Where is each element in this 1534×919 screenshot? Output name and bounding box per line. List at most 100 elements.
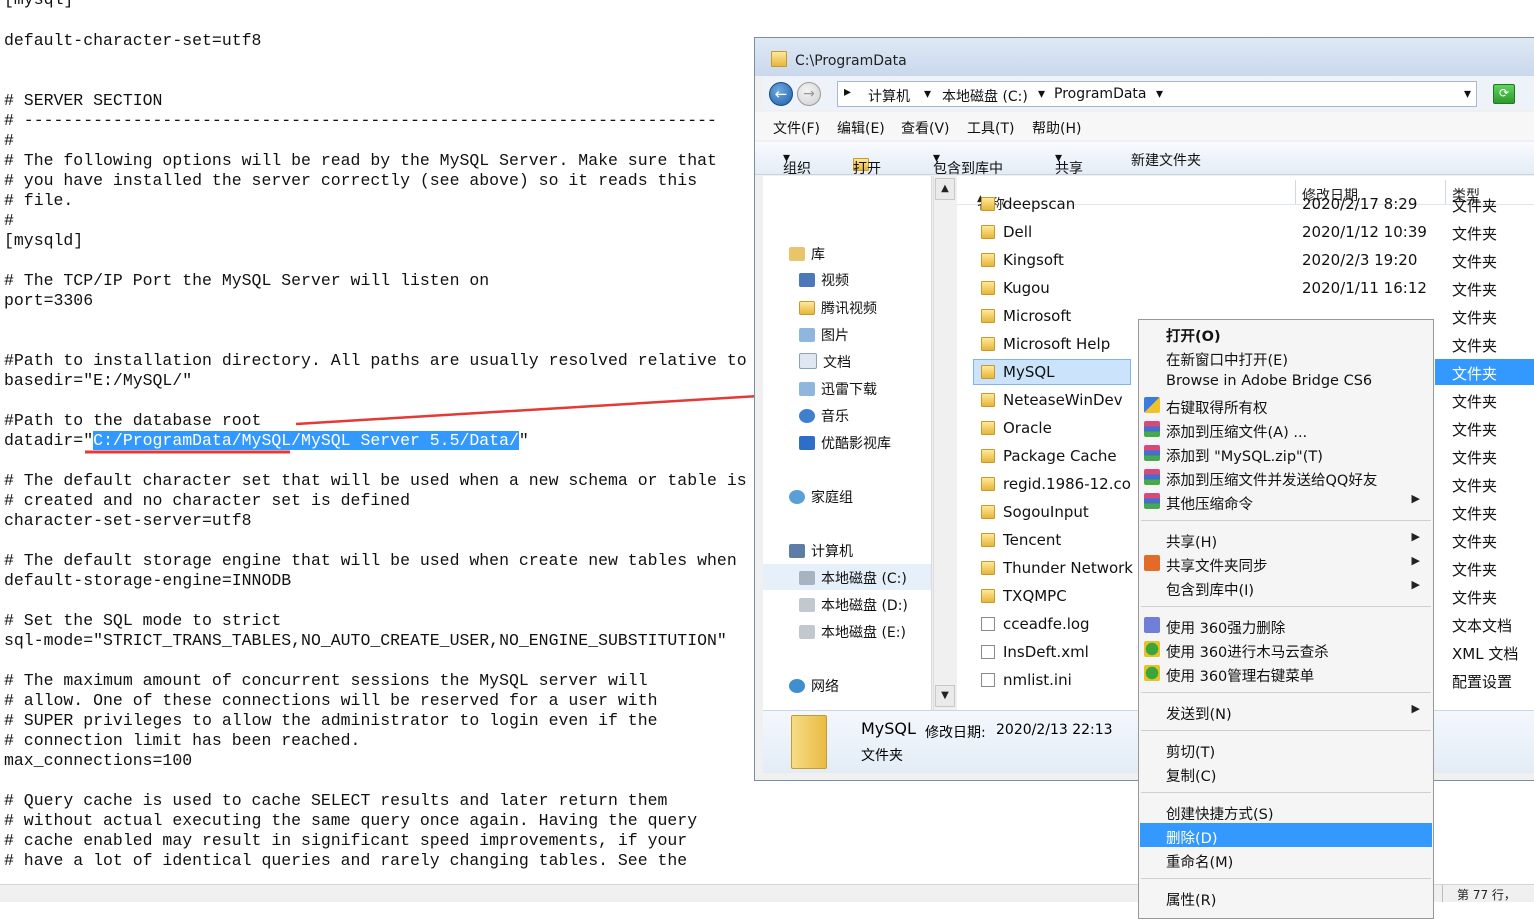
scroll-up-button[interactable]: ▲ bbox=[935, 178, 955, 200]
nav-disk-c[interactable]: 本地磁盘 (C:) bbox=[799, 568, 907, 590]
nav-computer[interactable]: 计算机 bbox=[789, 541, 853, 563]
menu-item[interactable]: 添加到压缩文件(A) ... bbox=[1140, 417, 1432, 441]
menu-item[interactable]: 共享(H) ▶ bbox=[1140, 527, 1432, 551]
menu-item[interactable]: 剪切(T) bbox=[1140, 737, 1432, 761]
menu-file[interactable]: 文件(F) bbox=[773, 118, 820, 138]
menu-item[interactable]: 属性(R) bbox=[1140, 885, 1432, 909]
breadcrumb-disk-c[interactable]: 本地磁盘 (C:) bbox=[942, 86, 1028, 106]
menu-help[interactable]: 帮助(H) bbox=[1032, 118, 1081, 138]
nav-disk-e[interactable]: 本地磁盘 (E:) bbox=[799, 622, 906, 644]
navigation-pane[interactable]: 库 视频 腾讯视频 图片 文档 迅雷下载 音乐 优酷影视库 家庭组 计算机 本地… bbox=[763, 176, 932, 710]
file-type: 文件夹 bbox=[1452, 225, 1498, 243]
submenu-arrow-icon: ▶ bbox=[1411, 492, 1420, 505]
context-menu[interactable]: 打开(O) 在新窗口中打开(E) Browse in Adobe Bridge CS… bbox=[1138, 319, 1434, 919]
file-name: NeteaseWinDev bbox=[1003, 391, 1123, 409]
file-row[interactable]: Kingsoft 2020/2/3 19:20 文件夹 bbox=[957, 246, 1534, 274]
menu-item[interactable]: Browse in Adobe Bridge CS6 bbox=[1140, 369, 1432, 393]
menu-item-label: 添加到压缩文件并发送给QQ好友 bbox=[1166, 473, 1378, 489]
menu-item[interactable]: 添加到 "MySQL.zip"(T) bbox=[1140, 441, 1432, 465]
nav-network[interactable]: 网络 bbox=[789, 676, 839, 698]
share-button[interactable]: 共享 ▾ bbox=[1055, 150, 1083, 177]
nav-documents[interactable]: 文档 bbox=[799, 352, 851, 374]
history-dropdown-icon[interactable]: ▾ bbox=[1464, 86, 1471, 102]
menu-item[interactable]: 创建快捷方式(S) bbox=[1140, 799, 1432, 823]
refresh-button[interactable]: ⟳ bbox=[1493, 84, 1515, 104]
forward-button[interactable]: → bbox=[797, 82, 821, 106]
menu-item-label: 其他压缩命令 bbox=[1166, 497, 1253, 513]
file-date: 2020/2/3 19:20 bbox=[1302, 251, 1418, 269]
360-delete-icon bbox=[1144, 617, 1160, 633]
menu-view[interactable]: 查看(V) bbox=[901, 118, 950, 138]
sync-icon bbox=[1144, 555, 1160, 571]
editor-line: # The default character set that will be… bbox=[4, 471, 747, 490]
scroll-down-button[interactable]: ▼ bbox=[935, 685, 955, 707]
menu-item[interactable]: 添加到压缩文件并发送给QQ好友 bbox=[1140, 465, 1432, 489]
menu-item[interactable]: 发送到(N) ▶ bbox=[1140, 699, 1432, 723]
menu-item[interactable]: 删除(D) bbox=[1140, 823, 1432, 847]
menu-item[interactable]: 在新窗口中打开(E) bbox=[1140, 345, 1432, 369]
nav-disk-d[interactable]: 本地磁盘 (D:) bbox=[799, 595, 908, 617]
nav-pictures[interactable]: 图片 bbox=[799, 325, 849, 347]
menu-bar: 文件(F) 编辑(E) 查看(V) 工具(T) 帮助(H) bbox=[755, 112, 1534, 140]
file-type: 文件夹 bbox=[1452, 393, 1498, 411]
nav-youku[interactable]: 优酷影视库 bbox=[799, 433, 891, 455]
nav-disk-d-label: 本地磁盘 (D:) bbox=[821, 598, 908, 614]
menu-item[interactable]: 复制(C) bbox=[1140, 761, 1432, 785]
editor-line: # have a lot of identical queries and ra… bbox=[4, 851, 688, 870]
menu-item-label: 右键取得所有权 bbox=[1166, 401, 1268, 417]
new-folder-button[interactable]: 新建文件夹 bbox=[1131, 150, 1201, 170]
menu-separator bbox=[1141, 520, 1431, 521]
menu-item[interactable]: 使用 360进行木马云查杀 bbox=[1140, 637, 1432, 661]
chevron-down-icon[interactable]: ▾ bbox=[1156, 86, 1163, 102]
nav-video[interactable]: 视频 bbox=[799, 270, 849, 292]
menu-item[interactable]: 右键取得所有权 bbox=[1140, 393, 1432, 417]
editor-line: # allow. One of these connections will b… bbox=[4, 691, 658, 710]
datadir-line[interactable]: datadir="C:/ProgramData/MySQL/MySQL Serv… bbox=[4, 431, 529, 451]
menu-edit[interactable]: 编辑(E) bbox=[837, 118, 885, 138]
breadcrumb-computer[interactable]: 计算机 bbox=[868, 86, 910, 106]
breadcrumb-programdata[interactable]: ProgramData bbox=[1054, 86, 1147, 102]
menu-item[interactable]: 打开(O) bbox=[1140, 321, 1432, 345]
nav-music[interactable]: 音乐 bbox=[799, 406, 849, 428]
menu-item[interactable]: 重命名(M) bbox=[1140, 847, 1432, 871]
nav-library[interactable]: 库 bbox=[789, 244, 825, 266]
menu-tools[interactable]: 工具(T) bbox=[967, 118, 1014, 138]
folder-icon bbox=[799, 301, 815, 315]
network-icon bbox=[789, 679, 805, 693]
menu-item[interactable]: 使用 360管理右键菜单 bbox=[1140, 661, 1432, 685]
nav-xunlei[interactable]: 迅雷下载 bbox=[799, 379, 877, 401]
chevron-down-icon[interactable]: ▾ bbox=[1038, 86, 1045, 102]
menu-item[interactable]: 共享文件夹同步 ▶ bbox=[1140, 551, 1432, 575]
file-row[interactable]: Dell 2020/1/12 10:39 文件夹 bbox=[957, 218, 1534, 246]
datadir-prefix: datadir=" bbox=[4, 431, 94, 450]
submenu-arrow-icon: ▶ bbox=[1411, 530, 1420, 543]
organize-button[interactable]: 组织 ▾ bbox=[783, 150, 811, 177]
file-name: cceadfe.log bbox=[1003, 615, 1090, 633]
folder-icon bbox=[981, 505, 995, 519]
title-bar[interactable]: C:\ProgramData bbox=[755, 38, 1534, 76]
nav-network-label: 网络 bbox=[811, 679, 839, 695]
file-type: 文件夹 bbox=[1452, 561, 1498, 579]
menu-item[interactable]: 包含到库中(I) ▶ bbox=[1140, 575, 1432, 599]
file-row[interactable]: deepscan 2020/2/17 8:29 文件夹 bbox=[957, 190, 1534, 218]
file-name: nmlist.ini bbox=[1003, 671, 1072, 689]
nav-homegroup[interactable]: 家庭组 bbox=[789, 487, 853, 509]
file-icon bbox=[981, 645, 995, 659]
chevron-down-icon[interactable]: ▾ bbox=[924, 86, 931, 102]
nav-scrollbar[interactable]: ▲ ▼ bbox=[933, 176, 956, 710]
menu-item[interactable]: 其他压缩命令 ▶ bbox=[1140, 489, 1432, 513]
back-button[interactable]: ← bbox=[769, 82, 793, 106]
folder-icon bbox=[981, 365, 995, 379]
address-breadcrumb[interactable]: ▸ 计算机 ▾ 本地磁盘 (C:) ▾ ProgramData ▾ ▾ bbox=[837, 81, 1477, 107]
folder-icon bbox=[981, 197, 995, 211]
menu-item-label: 创建快捷方式(S) bbox=[1166, 807, 1274, 823]
include-in-library-button[interactable]: 包含到库中 ▾ bbox=[933, 150, 1003, 177]
winrar-icon bbox=[1144, 493, 1160, 509]
file-row[interactable]: Kugou 2020/1/11 16:12 文件夹 bbox=[957, 274, 1534, 302]
winrar-icon bbox=[1144, 421, 1160, 437]
datadir-selected-path[interactable]: C:/ProgramData/MySQL/MySQL Server 5.5/Da… bbox=[93, 431, 519, 450]
file-type: 文件夹 bbox=[1452, 253, 1498, 271]
menu-item[interactable]: 使用 360强力删除 bbox=[1140, 613, 1432, 637]
folder-icon bbox=[981, 477, 995, 491]
nav-tencent-video[interactable]: 腾讯视频 bbox=[799, 298, 877, 320]
